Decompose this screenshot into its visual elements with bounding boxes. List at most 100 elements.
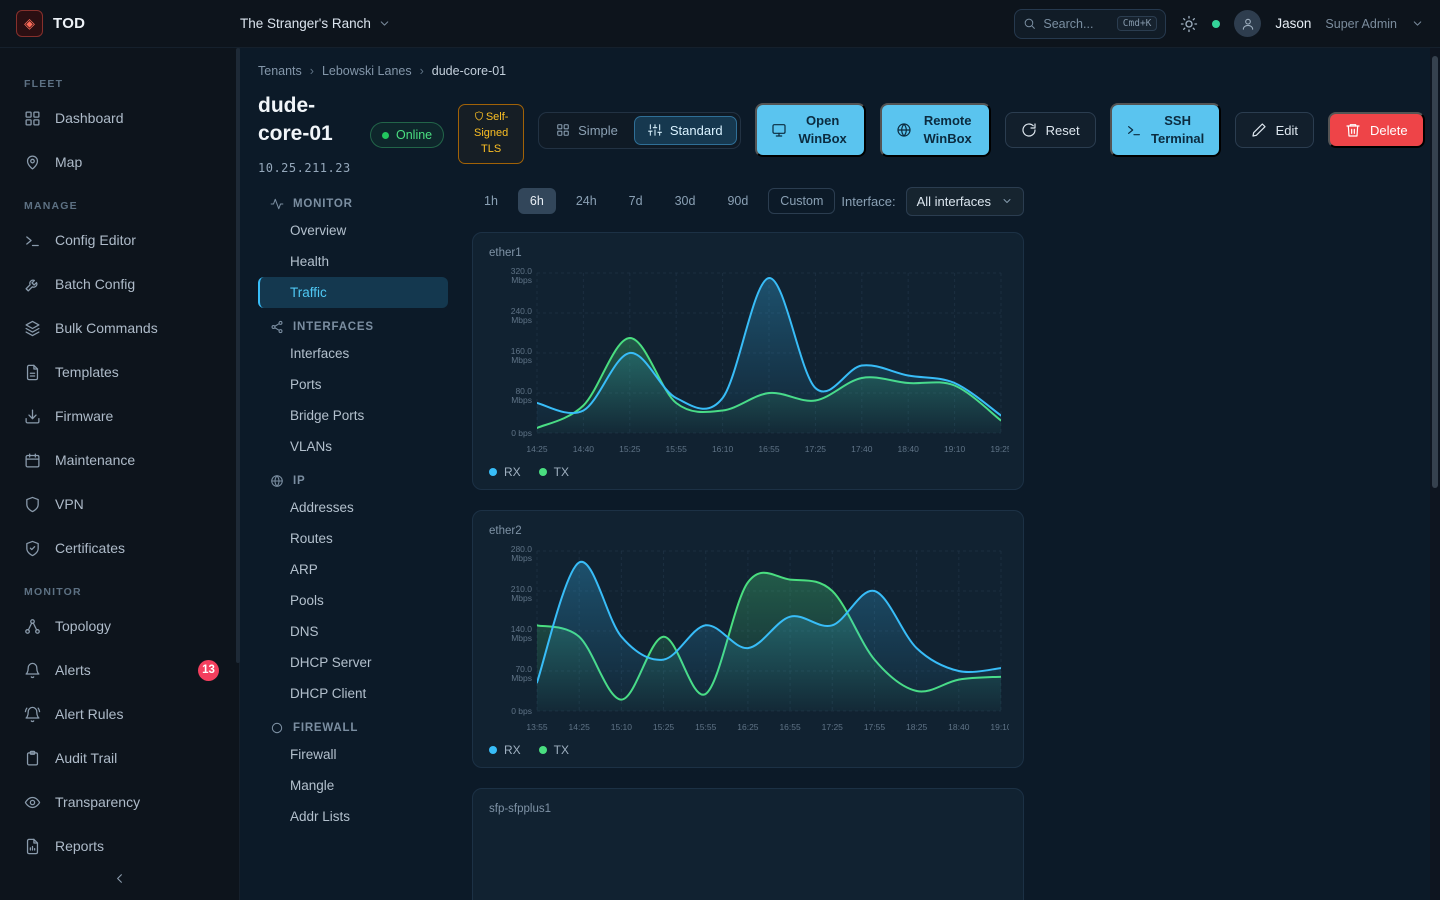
terminal-icon (1126, 122, 1142, 138)
time-range-6h[interactable]: 6h (518, 188, 556, 214)
subnav-item-addresses[interactable]: Addresses (258, 492, 448, 523)
layers-icon (24, 320, 41, 337)
svg-text:17:40: 17:40 (851, 444, 873, 454)
subnav-item-interfaces[interactable]: Interfaces (258, 338, 448, 369)
subnav-item-vlans[interactable]: VLANs (258, 431, 448, 462)
subnav-item-dns[interactable]: DNS (258, 616, 448, 647)
open-winbox-button[interactable]: Open WinBox (755, 103, 866, 157)
refresh-icon (1021, 122, 1037, 138)
sidebar-item-label: Map (55, 154, 82, 170)
chart-legend: RXTX (489, 743, 1007, 757)
user-menu-chevron-icon[interactable] (1411, 17, 1424, 30)
open-winbox-label: Open WinBox (796, 112, 850, 147)
sidebar-item-label: Alerts (55, 662, 91, 678)
subnav-item-traffic[interactable]: Traffic (258, 277, 448, 308)
subnav-item-addr-lists[interactable]: Addr Lists (258, 801, 448, 832)
view-mode-standard[interactable]: Standard (634, 116, 737, 145)
subnav-item-arp[interactable]: ARP (258, 554, 448, 585)
remote-winbox-button[interactable]: Remote WinBox (880, 103, 991, 157)
sidebar-item-config-editor[interactable]: Config Editor (0, 218, 239, 262)
tenant-name: The Stranger's Ranch (240, 16, 371, 31)
share-nodes-icon (24, 618, 41, 635)
sidebar-item-maintenance[interactable]: Maintenance (0, 438, 239, 482)
svg-text:13:55: 13:55 (526, 722, 548, 732)
time-range-24h[interactable]: 24h (564, 188, 609, 214)
reset-button[interactable]: Reset (1005, 112, 1096, 148)
circle-icon (270, 721, 284, 735)
legend-tx: TX (539, 743, 569, 757)
sidebar-item-alerts[interactable]: Alerts13 (0, 648, 239, 692)
subnav-item-bridge-ports[interactable]: Bridge Ports (258, 400, 448, 431)
view-mode-standard-label: Standard (670, 123, 723, 138)
edit-button[interactable]: Edit (1235, 112, 1314, 148)
chart-controls: 1h6h24h7d30d90dCustom Interface: All int… (472, 187, 1024, 216)
bell-icon (24, 662, 41, 679)
search-input[interactable] (1043, 17, 1109, 31)
legend-label: TX (554, 743, 569, 757)
sidebar-item-alert-rules[interactable]: Alert Rules (0, 692, 239, 736)
avatar[interactable] (1234, 10, 1261, 37)
sliders-icon (648, 123, 662, 137)
traffic-chart-card-sfp-sfpplus1: sfp-sfpplus1 (472, 788, 1024, 900)
subnav-item-mangle[interactable]: Mangle (258, 770, 448, 801)
sidebar-item-vpn[interactable]: VPN (0, 482, 239, 526)
subnav-item-pools[interactable]: Pools (258, 585, 448, 616)
svg-text:15:25: 15:25 (653, 722, 675, 732)
device-subnav: MONITOROverviewHealthTrafficINTERFACESIn… (258, 185, 448, 900)
breadcrumb-separator: › (310, 64, 314, 78)
breadcrumb-item-tenants[interactable]: Tenants (258, 64, 302, 78)
subnav-item-overview[interactable]: Overview (258, 215, 448, 246)
page-title: dude-core-01 (258, 92, 356, 149)
time-range-30d[interactable]: 30d (663, 188, 708, 214)
tenant-selector[interactable]: The Stranger's Ranch (240, 16, 391, 31)
theme-toggle-sun-icon[interactable] (1180, 15, 1198, 33)
sidebar-item-reports[interactable]: Reports (0, 824, 239, 868)
time-range-1h[interactable]: 1h (472, 188, 510, 214)
interface-select[interactable]: All interfaces (906, 187, 1024, 216)
breadcrumb-item-lebowski-lanes[interactable]: Lebowski Lanes (322, 64, 412, 78)
sidebar-item-transparency[interactable]: Transparency (0, 780, 239, 824)
delete-button[interactable]: Delete (1328, 112, 1425, 148)
sidebar-item-dashboard[interactable]: Dashboard (0, 96, 239, 140)
badge-check-icon (24, 540, 41, 557)
sidebar-item-label: Certificates (55, 540, 125, 556)
sidebar-item-bulk-commands[interactable]: Bulk Commands (0, 306, 239, 350)
svg-text:0 bps: 0 bps (511, 706, 532, 716)
sidebar-collapse-button[interactable] (98, 864, 142, 892)
svg-text:19:25: 19:25 (990, 444, 1009, 454)
calendar-icon (24, 452, 41, 469)
ssh-terminal-button[interactable]: SSH Terminal (1110, 103, 1221, 157)
sidebar-item-map[interactable]: Map (0, 140, 239, 184)
global-search[interactable]: Cmd+K (1014, 9, 1166, 39)
sidebar-scrollbar-thumb[interactable] (236, 48, 240, 663)
svg-text:15:55: 15:55 (666, 444, 688, 454)
activity-icon (270, 197, 284, 211)
window-scrollbar-thumb[interactable] (1432, 56, 1438, 488)
breadcrumb-separator: › (420, 64, 424, 78)
time-range-90d[interactable]: 90d (715, 188, 760, 214)
status-badge: Online (370, 122, 444, 148)
breadcrumb: Tenants › Lebowski Lanes › dude-core-01 (258, 64, 1440, 78)
breadcrumb-item-dude-core-01[interactable]: dude-core-01 (432, 64, 506, 78)
sidebar-item-topology[interactable]: Topology (0, 604, 239, 648)
subnav-item-routes[interactable]: Routes (258, 523, 448, 554)
device-header: dude-core-01 10.25.211.23 Online Self-Si… (258, 92, 1440, 175)
subnav-item-dhcp-server[interactable]: DHCP Server (258, 647, 448, 678)
time-range-custom[interactable]: Custom (768, 188, 835, 214)
sidebar-item-batch-config[interactable]: Batch Config (0, 262, 239, 306)
view-mode-simple[interactable]: Simple (542, 116, 632, 145)
sidebar-item-certificates[interactable]: Certificates (0, 526, 239, 570)
status-label: Online (396, 128, 432, 142)
subnav-item-firewall[interactable]: Firewall (258, 739, 448, 770)
subnav-item-ports[interactable]: Ports (258, 369, 448, 400)
subnav-section-firewall: FIREWALL (270, 721, 448, 735)
sidebar-item-label: Audit Trail (55, 750, 117, 766)
subnav-item-dhcp-client[interactable]: DHCP Client (258, 678, 448, 709)
subnav-section-interfaces: INTERFACES (270, 320, 448, 334)
sidebar-item-firmware[interactable]: Firmware (0, 394, 239, 438)
sidebar-item-audit-trail[interactable]: Audit Trail (0, 736, 239, 780)
time-range-7d[interactable]: 7d (617, 188, 655, 214)
wrench-icon (24, 276, 41, 293)
sidebar-item-templates[interactable]: Templates (0, 350, 239, 394)
subnav-item-health[interactable]: Health (258, 246, 448, 277)
